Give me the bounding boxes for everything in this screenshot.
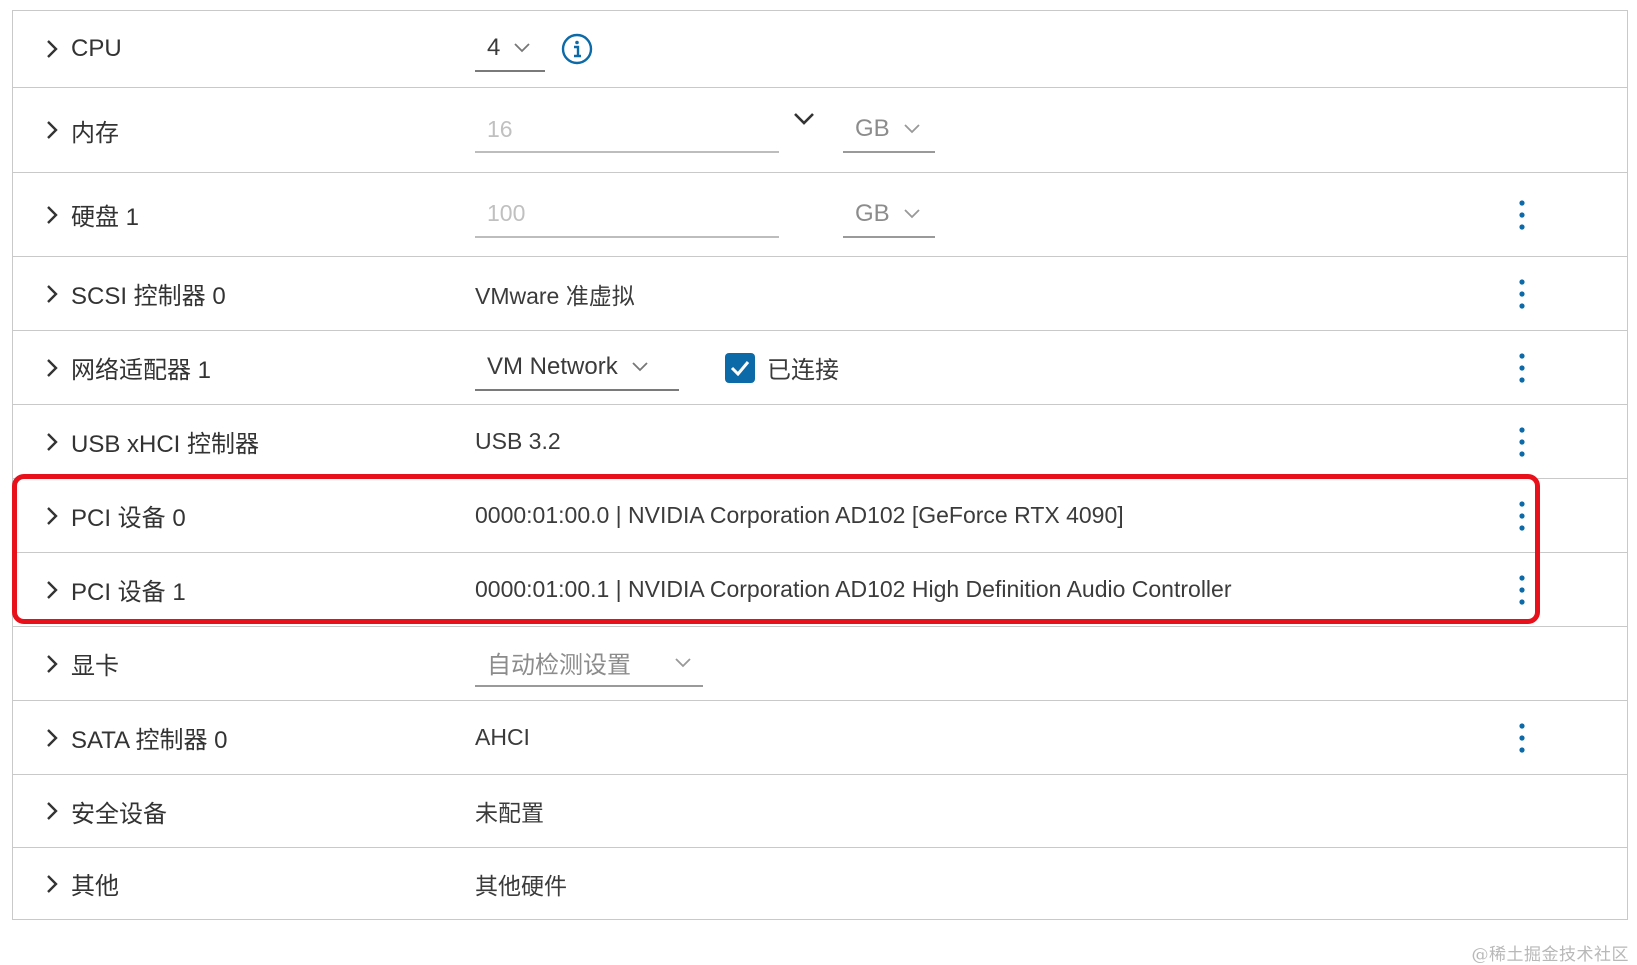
row-label: 硬盘 1 xyxy=(71,204,140,231)
memory-value-area: GB xyxy=(475,88,935,172)
chevron-right-icon[interactable] xyxy=(43,501,61,531)
pci1-value: 0000:01:00.1 | NVIDIA Corporation AD102 … xyxy=(475,576,1232,602)
chevron-down-icon xyxy=(632,361,648,372)
pci0-value: 0000:01:00.0 | NVIDIA Corporation AD102 … xyxy=(475,502,1124,528)
disk-value-area: GB xyxy=(475,173,935,256)
connected-checkbox[interactable] xyxy=(725,352,755,383)
connected-label: 已连接 xyxy=(767,357,839,384)
chevron-down-icon xyxy=(904,208,920,219)
chevron-right-icon[interactable] xyxy=(43,796,61,826)
video-value-area: 自动检测设置 xyxy=(475,627,703,700)
chevron-right-icon[interactable] xyxy=(43,869,61,899)
chevron-down-icon xyxy=(904,124,920,134)
row-label: 网络适配器 1 xyxy=(71,357,212,384)
row-sata: SATA 控制器 0 AHCI xyxy=(13,701,1627,775)
check-icon xyxy=(730,360,750,376)
video-settings-select[interactable]: 自动检测设置 xyxy=(475,641,703,687)
row-label: USB xHCI 控制器 xyxy=(71,431,260,458)
row-network: 网络适配器 1 VM Network 已连接 xyxy=(13,331,1627,405)
scsi-value: VMware 准虚拟 xyxy=(475,282,635,309)
sata-value-area: AHCI xyxy=(475,701,530,774)
chevron-right-icon[interactable] xyxy=(43,353,61,383)
other-value: 其他硬件 xyxy=(475,872,567,899)
network-value: VM Network xyxy=(487,352,618,380)
kebab-icon[interactable] xyxy=(1510,350,1534,386)
pci0-value-area: 0000:01:00.0 | NVIDIA Corporation AD102 … xyxy=(475,479,1124,552)
kebab-icon[interactable] xyxy=(1510,276,1534,312)
network-select[interactable]: VM Network xyxy=(475,345,679,391)
row-usb: USB xHCI 控制器 USB 3.2 xyxy=(13,405,1627,479)
chevron-right-icon[interactable] xyxy=(43,279,61,309)
video-settings-value: 自动检测设置 xyxy=(487,652,631,679)
row-memory: 内存 GB xyxy=(13,88,1627,173)
info-icon[interactable] xyxy=(561,33,593,65)
row-label: 安全设备 xyxy=(71,800,167,828)
row-label: 内存 xyxy=(71,119,119,147)
memory-unit-select[interactable]: GB xyxy=(843,107,935,153)
vm-hardware-list: CPU 4 内存 GB 硬盘 1 GB xyxy=(12,10,1628,920)
cpu-count-select[interactable]: 4 xyxy=(475,26,545,72)
network-value-area: VM Network 已连接 xyxy=(475,331,839,404)
row-disk: 硬盘 1 GB xyxy=(13,173,1627,257)
chevron-down-icon xyxy=(675,657,691,668)
usb-value: USB 3.2 xyxy=(475,428,561,454)
disk-unit-value: GB xyxy=(855,199,890,227)
chevron-right-icon[interactable] xyxy=(43,115,61,145)
kebab-icon[interactable] xyxy=(1510,720,1534,756)
cpu-count-value: 4 xyxy=(487,34,501,61)
watermark: @稀土掘金技术社区 xyxy=(1471,945,1629,965)
row-label: PCI 设备 0 xyxy=(71,505,186,532)
memory-unit-value: GB xyxy=(855,115,890,142)
row-cpu: CPU 4 xyxy=(13,11,1627,88)
row-scsi: SCSI 控制器 0 VMware 准虚拟 xyxy=(13,257,1627,331)
chevron-right-icon[interactable] xyxy=(43,723,61,753)
usb-value-area: USB 3.2 xyxy=(475,405,561,478)
row-label: SCSI 控制器 0 xyxy=(71,283,226,310)
row-video-card: 显卡 自动检测设置 xyxy=(13,627,1627,701)
security-value-area: 未配置 xyxy=(475,775,544,847)
row-label: 其他 xyxy=(71,873,119,900)
disk-size-input[interactable] xyxy=(475,191,779,238)
chevron-right-icon[interactable] xyxy=(43,200,61,230)
row-label: SATA 控制器 0 xyxy=(71,727,228,754)
chevron-right-icon[interactable] xyxy=(43,34,61,64)
row-other: 其他 其他硬件 xyxy=(13,848,1627,920)
chevron-right-icon[interactable] xyxy=(43,575,61,605)
kebab-icon[interactable] xyxy=(1510,197,1534,233)
row-label: CPU xyxy=(71,35,122,62)
cpu-value-area: 4 xyxy=(475,11,593,87)
chevron-down-icon xyxy=(514,43,530,53)
chevron-right-icon[interactable] xyxy=(43,427,61,457)
row-pci-1: PCI 设备 1 0000:01:00.1 | NVIDIA Corporati… xyxy=(13,553,1627,627)
kebab-icon[interactable] xyxy=(1510,498,1534,534)
row-pci-0: PCI 设备 0 0000:01:00.0 | NVIDIA Corporati… xyxy=(13,479,1627,553)
row-label: PCI 设备 1 xyxy=(71,579,186,606)
chevron-right-icon[interactable] xyxy=(43,649,61,679)
kebab-icon[interactable] xyxy=(1510,572,1534,608)
scsi-value-area: VMware 准虚拟 xyxy=(475,257,635,330)
pci1-value-area: 0000:01:00.1 | NVIDIA Corporation AD102 … xyxy=(475,553,1231,626)
chevron-down-icon[interactable] xyxy=(793,112,815,126)
security-value: 未配置 xyxy=(475,800,544,826)
memory-size-input[interactable] xyxy=(475,107,779,153)
row-label: 显卡 xyxy=(71,653,119,680)
row-security-device: 安全设备 未配置 xyxy=(13,775,1627,848)
disk-unit-select[interactable]: GB xyxy=(843,192,935,238)
kebab-icon[interactable] xyxy=(1510,424,1534,460)
other-value-area: 其他硬件 xyxy=(475,848,567,919)
sata-value: AHCI xyxy=(475,724,530,750)
